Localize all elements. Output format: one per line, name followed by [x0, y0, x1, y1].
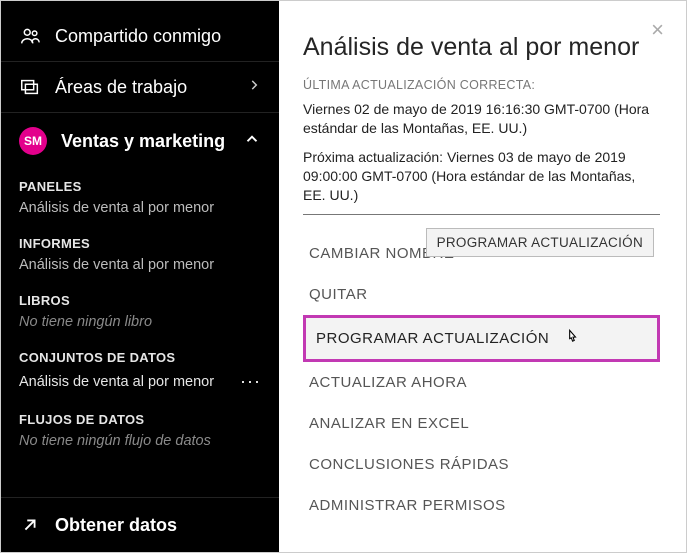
- menu-analyze-excel[interactable]: ANALIZAR EN EXCEL: [303, 403, 660, 444]
- last-refresh-label: ÚLTIMA ACTUALIZACIÓN CORRECTA:: [303, 78, 660, 92]
- people-icon: [19, 25, 41, 47]
- menu-quick-insights[interactable]: CONCLUSIONES RÁPIDAS: [303, 444, 660, 485]
- section-header-dataflows: FLUJOS DE DATOS: [1, 402, 279, 429]
- sidebar-empty-workbooks: No tiene ningún libro: [1, 310, 279, 340]
- arrow-out-icon: [19, 514, 41, 536]
- close-icon[interactable]: ×: [651, 19, 664, 41]
- sidebar-item-report[interactable]: Análisis de venta al por menor: [1, 253, 279, 283]
- workspace-name: Ventas y marketing: [61, 131, 229, 152]
- section-header-workbooks: LIBROS: [1, 283, 279, 310]
- next-refresh-value: Próxima actualización: Viernes 03 de may…: [303, 148, 660, 205]
- active-workspace[interactable]: SM Ventas y marketing: [1, 113, 279, 169]
- workspace-badge: SM: [19, 127, 47, 155]
- menu-schedule-refresh[interactable]: PROGRAMAR ACTUALIZACIÓN: [303, 315, 660, 362]
- section-header-reports: INFORMES: [1, 226, 279, 253]
- sidebar: Compartido conmigo Áreas de trabajo SM V…: [1, 1, 279, 552]
- divider: [303, 214, 660, 215]
- menu-refresh-now[interactable]: ACTUALIZAR AHORA: [303, 362, 660, 403]
- more-icon[interactable]: ···: [234, 371, 261, 392]
- nav-workspaces[interactable]: Áreas de trabajo: [1, 61, 279, 113]
- context-panel: × Análisis de venta al por menor ÚLTIMA …: [279, 1, 686, 552]
- sidebar-empty-dataflows: No tiene ningún flujo de datos: [1, 429, 279, 459]
- section-header-datasets: CONJUNTOS DE DATOS: [1, 340, 279, 367]
- chevron-up-icon: [243, 130, 261, 152]
- nav-label: Compartido conmigo: [55, 26, 261, 47]
- panel-title: Análisis de venta al por menor: [303, 33, 660, 62]
- menu-manage-permissions[interactable]: ADMINISTRAR PERMISOS: [303, 485, 660, 526]
- workspaces-icon: [19, 76, 41, 98]
- sidebar-item-panel[interactable]: Análisis de venta al por menor: [1, 196, 279, 226]
- tooltip: PROGRAMAR ACTUALIZACIÓN: [426, 228, 654, 257]
- section-header-panels: PANELES: [1, 169, 279, 196]
- nav-get-data[interactable]: Obtener datos: [1, 497, 279, 552]
- sidebar-item-dataset[interactable]: Análisis de venta al por menor ···: [1, 367, 279, 402]
- cursor-icon: [563, 326, 583, 353]
- nav-label: Obtener datos: [55, 515, 177, 536]
- last-refresh-value: Viernes 02 de mayo de 2019 16:16:30 GMT-…: [303, 100, 660, 138]
- nav-shared-with-me[interactable]: Compartido conmigo: [1, 11, 279, 61]
- nav-label: Áreas de trabajo: [55, 77, 233, 98]
- menu-remove[interactable]: QUITAR PROGRAMAR ACTUALIZACIÓN: [303, 274, 660, 315]
- chevron-right-icon: [247, 76, 261, 98]
